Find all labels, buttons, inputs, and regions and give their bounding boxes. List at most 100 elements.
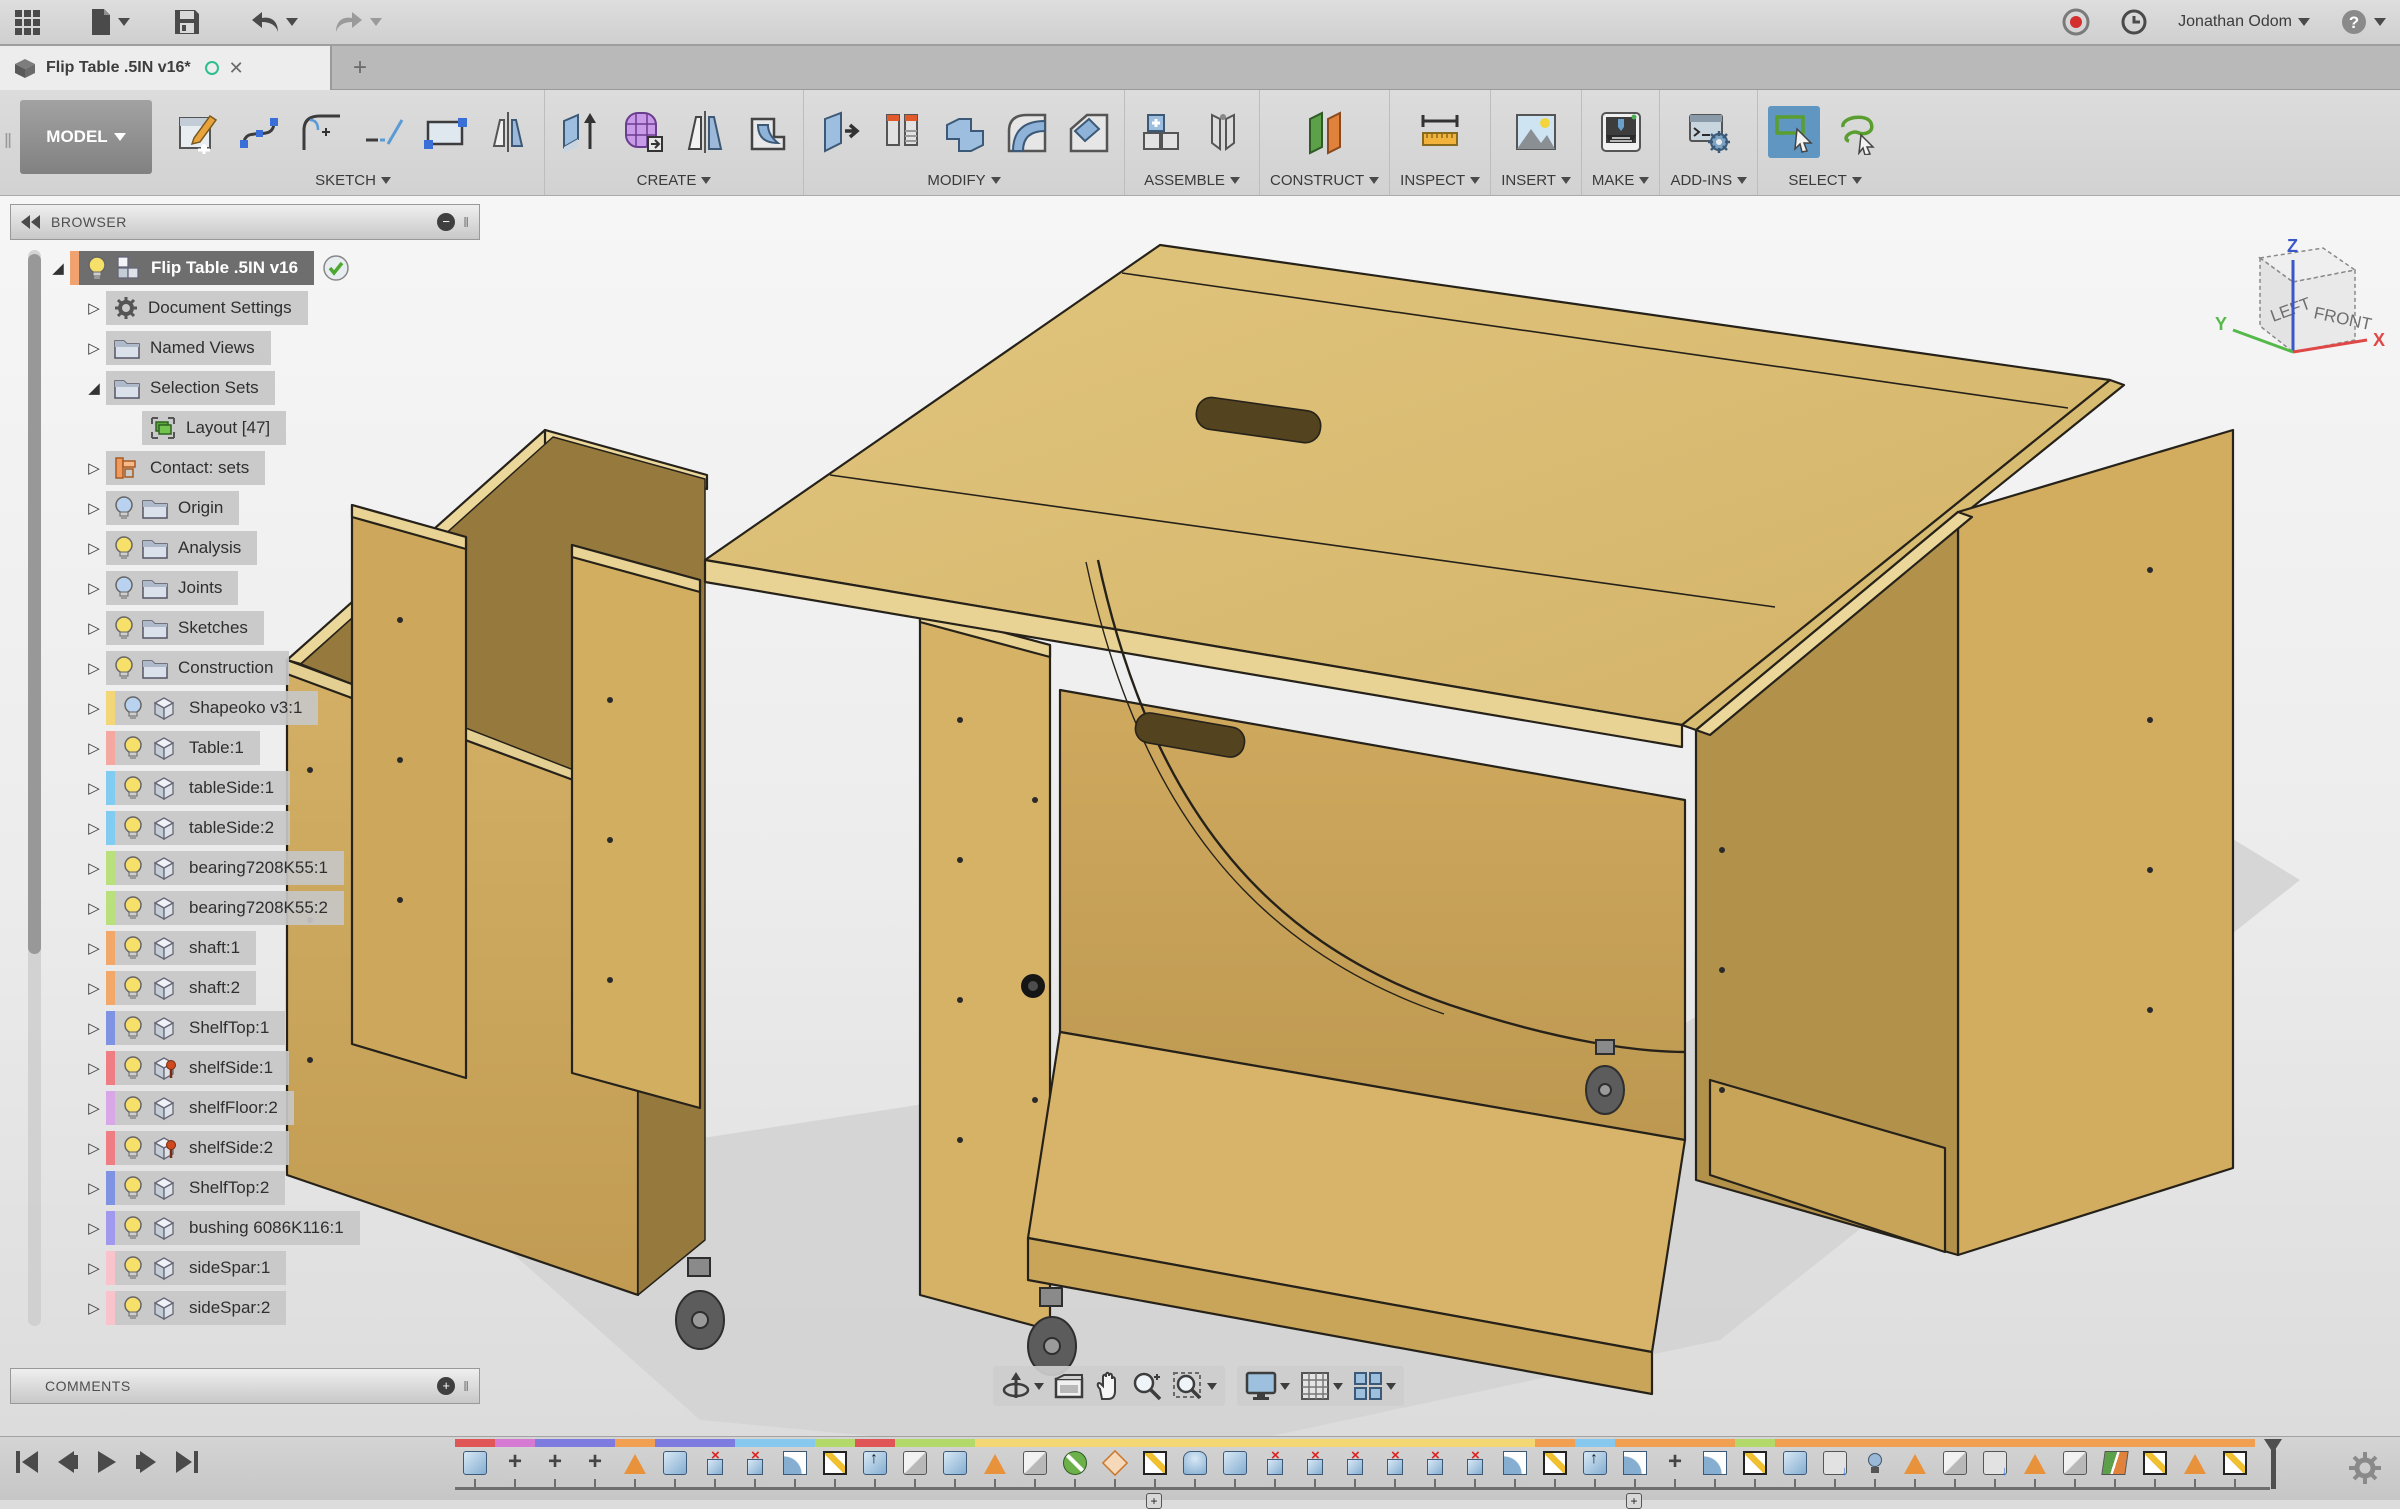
timeline-feature-comp[interactable]: ↓ [1975,1439,2015,1478]
collapsed-arrow-icon[interactable]: ▷ [82,1139,106,1157]
collapsed-arrow-icon[interactable]: ▷ [82,339,106,357]
collapsed-arrow-icon[interactable]: ▷ [82,1219,106,1237]
timeline-feature-rev[interactable] [1175,1439,1215,1476]
visibility-bulb-icon[interactable] [123,1215,143,1241]
user-menu[interactable]: Jonathan Odom [2178,13,2310,31]
visibility-bulb-icon[interactable] [114,655,134,681]
tab-close-icon[interactable]: ✕ [229,58,244,79]
timeline-feature-del[interactable]: × [1375,1439,1415,1476]
tree-item-chip[interactable]: bearing7208K55:2 [106,891,344,925]
workspace-switcher[interactable]: MODEL [20,100,152,174]
visibility-bulb-icon[interactable] [87,255,107,281]
tree-item[interactable]: ▷ Named Views [46,328,480,368]
visibility-bulb-icon[interactable] [123,895,143,921]
collapsed-arrow-icon[interactable]: ▷ [82,1299,106,1317]
new-tab-button[interactable]: + [332,46,388,89]
display-settings-icon[interactable] [1245,1371,1290,1401]
tree-item[interactable]: ▷ Contact: sets [46,448,480,488]
tree-item[interactable]: ▷ shelfFloor:2 [46,1088,480,1128]
job-status-clock-icon[interactable] [2120,8,2148,36]
document-tab[interactable]: Flip Table .5IN v16* ✕ [0,46,332,90]
timeline-feature-plane[interactable] [2095,1439,2135,1476]
tree-item-chip[interactable]: bushing 6086K116:1 [106,1211,360,1245]
assemble-group-label[interactable]: ASSEMBLE [1144,170,1240,193]
tree-item-chip[interactable]: sideSpar:1 [106,1251,287,1285]
visibility-bulb-icon[interactable] [123,1095,143,1121]
help-icon[interactable]: ? [2340,8,2386,36]
timeline-feature-joint[interactable] [2055,1439,2095,1476]
tree-item-chip[interactable]: sideSpar:2 [106,1291,287,1325]
tree-item-chip[interactable]: Flip Table .5IN v16 [70,251,315,285]
timeline-feature-del[interactable]: × [1415,1439,1455,1476]
step-back-icon[interactable] [54,1449,80,1475]
line-icon[interactable] [358,106,410,158]
tree-item-chip[interactable]: Shapeoko v3:1 [106,691,319,725]
timeline-feature-slash[interactable] [1055,1439,1095,1476]
tree-item[interactable]: ▷ Joints [46,568,480,608]
visibility-bulb-icon[interactable] [123,1175,143,1201]
tree-item-chip[interactable]: Origin [106,491,240,525]
combine-icon[interactable] [938,106,990,158]
collapsed-arrow-icon[interactable]: ▷ [82,699,106,717]
timeline-settings-gear-icon[interactable] [2348,1451,2382,1485]
browser-scrollbar-thumb[interactable] [28,254,41,954]
tree-item[interactable]: ◢ Selection Sets [46,368,480,408]
visibility-bulb-icon[interactable] [123,975,143,1001]
tree-item-chip[interactable]: bearing7208K55:1 [106,851,344,885]
collapsed-arrow-icon[interactable]: ▷ [82,579,106,597]
3d-print-icon[interactable] [1595,106,1647,158]
timeline-feature-box[interactable] [935,1439,975,1476]
timeline-playhead[interactable] [2262,1439,2284,1489]
tree-item-chip[interactable]: Selection Sets [106,371,275,405]
chamfer-icon[interactable] [1062,106,1114,158]
tree-item[interactable]: ▷ Sketches [46,608,480,648]
tree-item[interactable]: ▷ tableSide:2 [46,808,480,848]
tree-item-chip[interactable]: Layout [47] [142,411,287,445]
collapsed-arrow-icon[interactable]: ▷ [82,1259,106,1277]
tree-item-chip[interactable]: Analysis [106,531,258,565]
create-group-label[interactable]: CREATE [637,170,712,193]
timeline-feature-box[interactable] [1775,1439,1815,1476]
timeline-feature-chev[interactable] [1895,1439,1935,1476]
timeline-feature-sketch[interactable] [1735,1439,1775,1476]
tree-item-chip[interactable]: tableSide:2 [106,811,291,845]
tree-item[interactable]: ▷ bushing 6086K116:1 [46,1208,480,1248]
mirror-body-icon[interactable] [679,106,731,158]
modify-group-label[interactable]: MODIFY [927,170,1001,193]
tree-item-chip[interactable]: Named Views [106,331,271,365]
spline-icon[interactable] [234,106,286,158]
tree-item-chip[interactable]: Contact: sets [106,451,266,485]
visibility-bulb-icon[interactable] [123,775,143,801]
timeline-feature-curve[interactable] [775,1439,815,1476]
fillet-icon[interactable] [1000,106,1052,158]
new-component-icon[interactable] [1135,106,1187,158]
visibility-bulb-icon[interactable] [114,495,134,521]
tree-item-chip[interactable]: Table:1 [106,731,260,765]
timeline-feature-sketch[interactable] [1135,1439,1175,1476]
go-to-end-icon[interactable] [174,1449,200,1475]
tree-item[interactable]: ◢ Flip Table .5IN v16 [46,248,480,288]
construction-plane-icon[interactable] [1299,106,1351,158]
tree-item-chip[interactable]: shelfSide:1 [106,1051,290,1085]
tree-item-chip[interactable]: shelfSide:2 [106,1131,290,1165]
collapsed-arrow-icon[interactable]: ▷ [82,939,106,957]
appearance-icon[interactable] [876,106,928,158]
timeline-feature-chev[interactable] [615,1439,655,1476]
view-cube[interactable]: LEFT FRONT Z Y X [2205,230,2395,390]
tree-item-chip[interactable]: shaft:2 [106,971,257,1005]
collapsed-arrow-icon[interactable]: ▷ [82,499,106,517]
timeline-feature-chev[interactable] [975,1439,1015,1476]
tree-item-chip[interactable]: shelfFloor:2 [106,1091,294,1125]
timeline-feature-move[interactable]: + [1655,1439,1695,1476]
tree-item[interactable]: ▷ shelfSide:2 [46,1128,480,1168]
extrude-icon[interactable] [555,106,607,158]
timeline-feature-joint[interactable] [1015,1439,1055,1476]
app-grid-icon[interactable] [14,9,40,35]
joint-icon[interactable] [1197,106,1249,158]
timeline-ruler[interactable]: + + [455,1479,2270,1509]
look-at-icon[interactable] [1054,1373,1084,1399]
add-comment-icon[interactable]: + [437,1377,456,1395]
timeline-feature-box[interactable] [1215,1439,1255,1476]
insert-image-icon[interactable] [1510,106,1562,158]
lasso-select-icon[interactable] [1830,106,1882,158]
